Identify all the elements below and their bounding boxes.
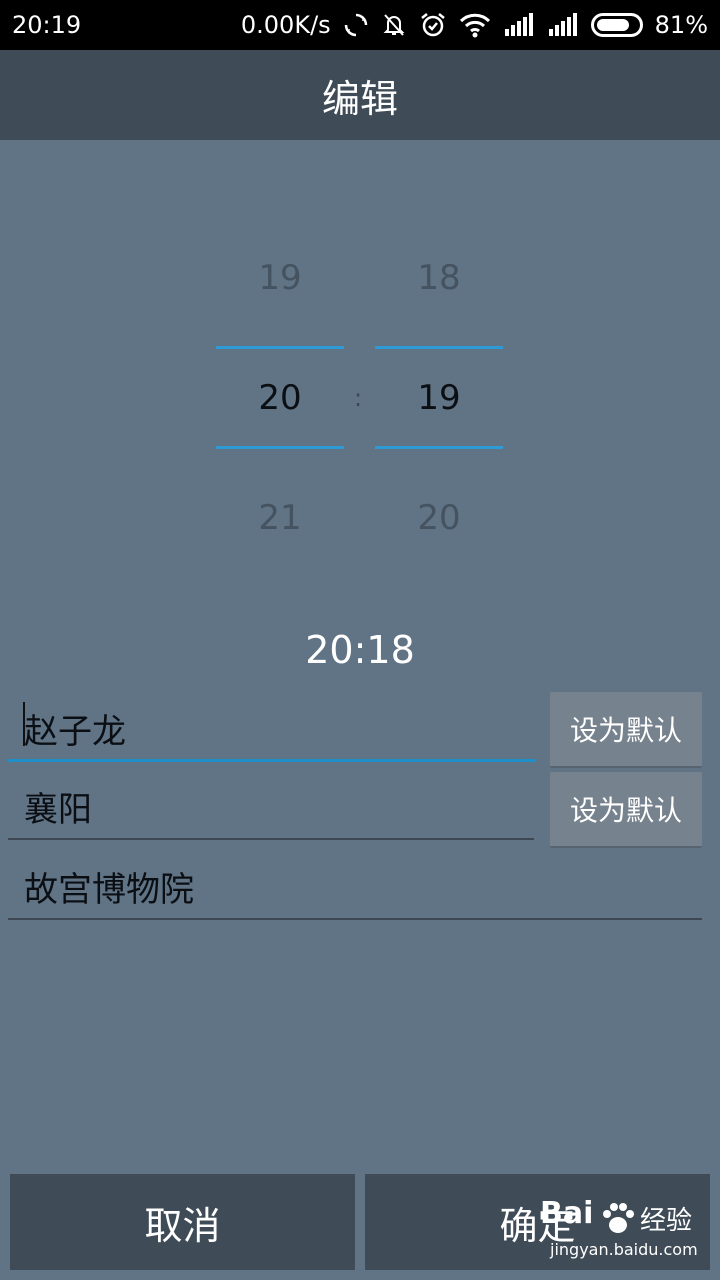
minute-selection-line-top <box>375 346 503 349</box>
cancel-button[interactable]: 取消 <box>10 1174 355 1270</box>
baidu-watermark: Bai 经验 jingyan.baidu.com <box>540 1196 710 1266</box>
city-field[interactable]: 襄阳 <box>8 770 534 840</box>
set-default-button-1[interactable]: 设为默认 <box>550 692 702 768</box>
set-default-button-2[interactable]: 设为默认 <box>550 772 702 848</box>
place-field[interactable]: 故宫博物院 <box>8 850 702 920</box>
status-time: 20:19 <box>12 11 82 39</box>
alarm-icon <box>419 11 447 39</box>
name-field[interactable]: 赵子龙 <box>8 692 536 762</box>
city-field-underline <box>8 838 534 840</box>
watermark-url: jingyan.baidu.com <box>550 1240 698 1259</box>
battery-fill <box>596 19 630 31</box>
time-separator: : <box>354 384 363 412</box>
hour-selection-line-top <box>216 346 344 349</box>
status-bar: 20:19 0.00K/s 81% <box>0 0 720 50</box>
name-field-value: 赵子龙 <box>24 712 126 752</box>
minute-selected[interactable]: 19 <box>375 378 503 418</box>
signal-icon <box>503 13 535 37</box>
battery-icon <box>590 13 643 37</box>
network-speed: 0.00K/s <box>240 11 331 39</box>
status-icons: 0.00K/s 81% <box>241 11 708 39</box>
battery-percent: 81% <box>654 11 708 39</box>
time-display: 20:18 <box>305 628 415 672</box>
place-field-underline <box>8 918 702 920</box>
hour-prev[interactable]: 19 <box>216 258 344 298</box>
minute-next[interactable]: 20 <box>375 498 503 538</box>
wifi-icon <box>459 12 491 38</box>
sync-icon <box>343 12 369 38</box>
watermark-text: 经验 <box>640 1206 693 1236</box>
hour-next[interactable]: 21 <box>216 498 344 538</box>
name-field-underline <box>8 759 536 762</box>
mute-bell-icon <box>381 12 407 38</box>
place-field-value: 故宫博物院 <box>24 870 194 910</box>
paw-icon <box>598 1198 638 1242</box>
minute-selection-line-bottom <box>375 446 503 449</box>
watermark-logo: Bai <box>540 1196 594 1231</box>
minute-prev[interactable]: 18 <box>375 258 503 298</box>
page-title: 编辑 <box>321 76 398 121</box>
minute-picker[interactable]: 18 19 20 <box>375 240 503 560</box>
city-field-value: 襄阳 <box>24 790 92 830</box>
signal-icon <box>547 13 579 37</box>
hour-picker[interactable]: 19 20 21 <box>216 240 344 560</box>
title-bar: 编辑 <box>0 50 720 140</box>
hour-selection-line-bottom <box>216 446 344 449</box>
hour-selected[interactable]: 20 <box>216 378 344 418</box>
